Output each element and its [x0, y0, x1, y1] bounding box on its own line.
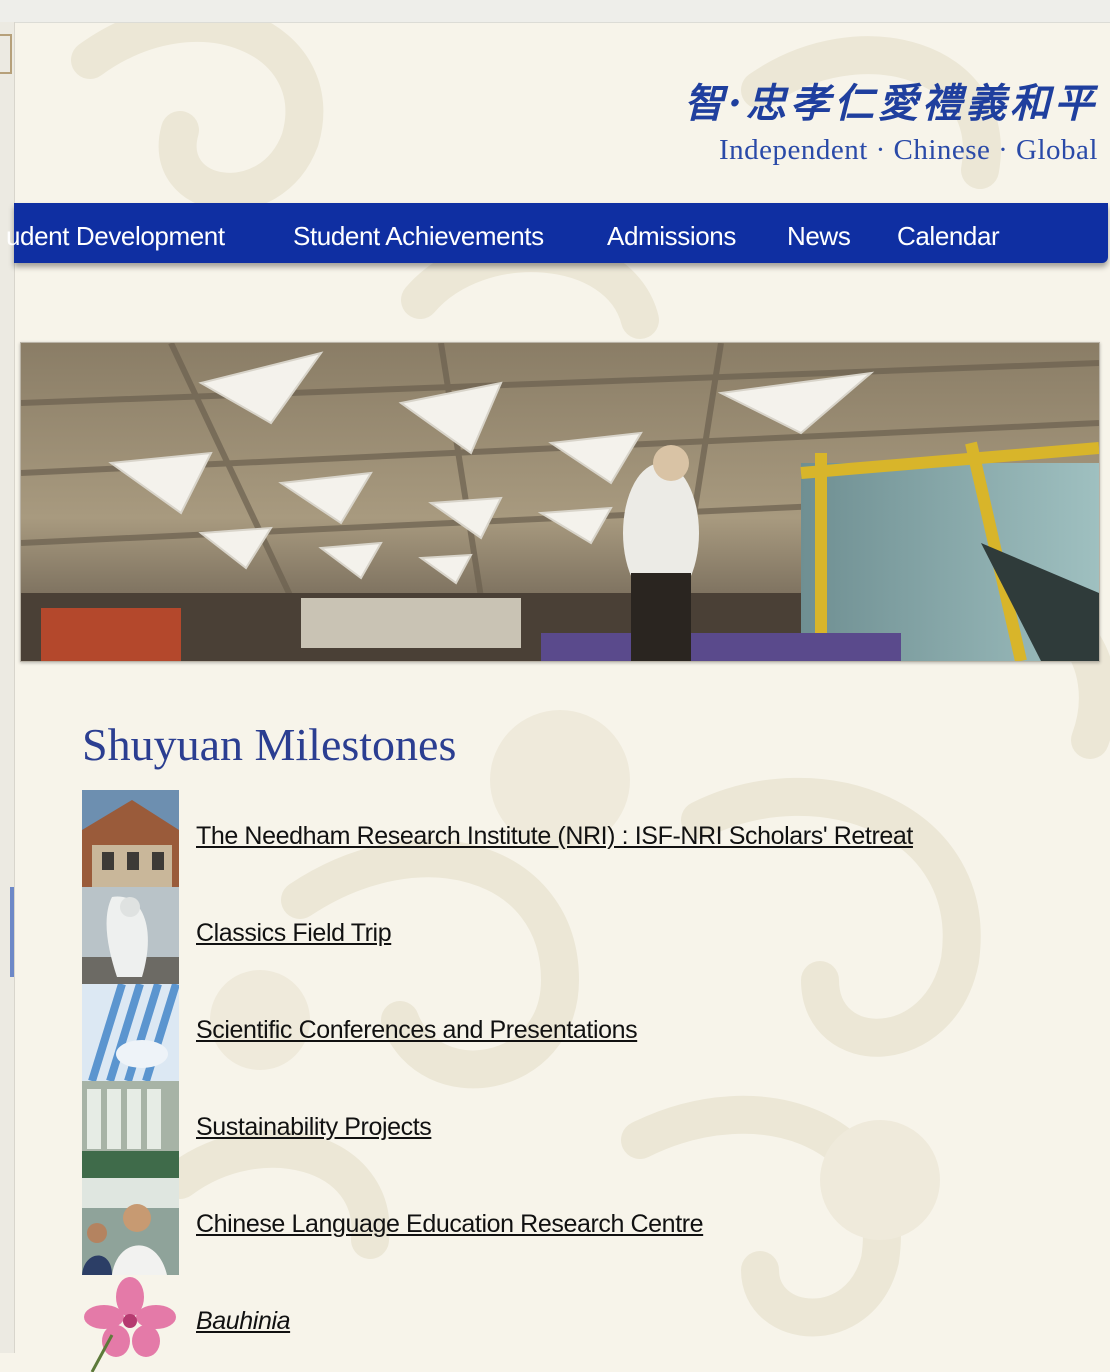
list-item: Classics Field Trip — [82, 887, 1082, 984]
main-navigation-bar: udent Development Student Achievements A… — [6, 203, 1108, 263]
green-building-thumbnail[interactable] — [82, 1081, 179, 1178]
banner-photo-illustration — [21, 343, 1099, 661]
browser-top-bar — [0, 0, 1110, 23]
bauhinia-flower-thumbnail[interactable] — [82, 1275, 179, 1372]
students-thumbnail[interactable] — [82, 1178, 179, 1275]
campus-buildings-thumbnail[interactable] — [82, 790, 179, 887]
list-item: Scientific Conferences and Presentations — [82, 984, 1082, 1081]
conference-thumbnail[interactable] — [82, 984, 179, 1081]
nav-item-admissions[interactable]: Admissions — [607, 203, 736, 263]
milestone-link-classics-field-trip[interactable]: Classics Field Trip — [196, 919, 392, 948]
milestone-link-sustainability-projects[interactable]: Sustainability Projects — [196, 1113, 432, 1142]
milestone-link-bauhinia[interactable]: Bauhinia — [196, 1307, 291, 1336]
list-item: Sustainability Projects — [82, 1081, 1082, 1178]
classical-statue-thumbnail[interactable] — [82, 887, 179, 984]
milestone-link-scientific-conferences[interactable]: Scientific Conferences and Presentations — [196, 1016, 638, 1045]
list-item: The Needham Research Institute (NRI) : I… — [82, 790, 1082, 887]
hero-banner-image — [20, 342, 1100, 662]
milestone-link-chinese-language-research[interactable]: Chinese Language Education Research Cent… — [196, 1210, 704, 1239]
section-title: Shuyuan Milestones — [82, 719, 457, 770]
list-item: Bauhinia — [82, 1275, 1082, 1372]
left-edge-marker — [10, 887, 14, 977]
corner-bracket-fragment — [0, 34, 12, 74]
motto-english: Independent · Chinese · Global — [718, 134, 1098, 166]
school-motto: 智·忠孝仁愛禮義和平 Independent · Chinese · Globa… — [684, 76, 1098, 168]
motto-chinese: 智·忠孝仁愛禮義和平 — [684, 80, 1098, 127]
nav-item-student-achievements[interactable]: Student Achievements — [293, 203, 544, 263]
nav-item-student-development[interactable]: udent Development — [6, 203, 225, 263]
list-item: Chinese Language Education Research Cent… — [82, 1178, 1082, 1275]
milestone-link-nri-scholars-retreat[interactable]: The Needham Research Institute (NRI) : I… — [196, 822, 913, 851]
nav-item-news[interactable]: News — [787, 203, 851, 263]
nav-item-calendar[interactable]: Calendar — [897, 203, 1000, 263]
